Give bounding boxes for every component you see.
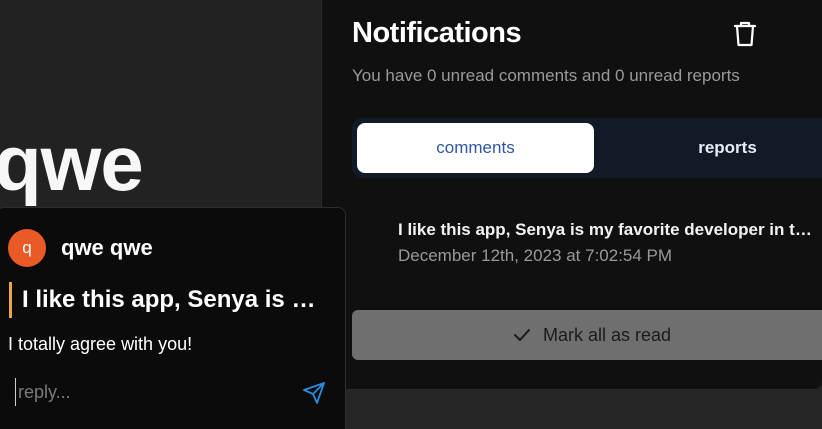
tab-comments[interactable]: comments (357, 123, 594, 173)
send-icon (303, 382, 325, 404)
reply-input[interactable] (15, 378, 285, 406)
comment-card: q qwe qwe I like this app, Senya is my f… (0, 207, 346, 429)
notifications-subtitle: You have 0 unread comments and 0 unread … (352, 66, 740, 85)
notification-item[interactable]: I like this app, Senya is my favorite de… (398, 220, 822, 266)
notifications-panel: Notifications You have 0 unread comments… (321, 0, 822, 390)
notification-text: I like this app, Senya is my favorite de… (398, 220, 822, 239)
page-title: qwe (0, 119, 144, 207)
quoted-notification: I like this app, Senya is my favorite de… (9, 282, 329, 318)
notifications-title: Notifications (352, 17, 522, 49)
comment-body: I totally agree with you! (8, 334, 193, 354)
trash-icon (733, 21, 757, 47)
mark-all-read-button[interactable]: Mark all as read (352, 310, 822, 360)
notification-tabs: comments reports (352, 118, 822, 178)
avatar: q (8, 229, 46, 267)
mark-all-read-label: Mark all as read (542, 324, 672, 345)
tab-reports[interactable]: reports (610, 123, 822, 173)
check-icon (513, 329, 530, 341)
notification-date: December 12th, 2023 at 7:02:54 PM (398, 246, 673, 265)
comment-author: qwe qwe (61, 235, 153, 260)
background-bottom-strip (321, 390, 822, 429)
delete-notifications-button[interactable] (729, 18, 761, 50)
send-reply-button[interactable] (300, 379, 328, 407)
